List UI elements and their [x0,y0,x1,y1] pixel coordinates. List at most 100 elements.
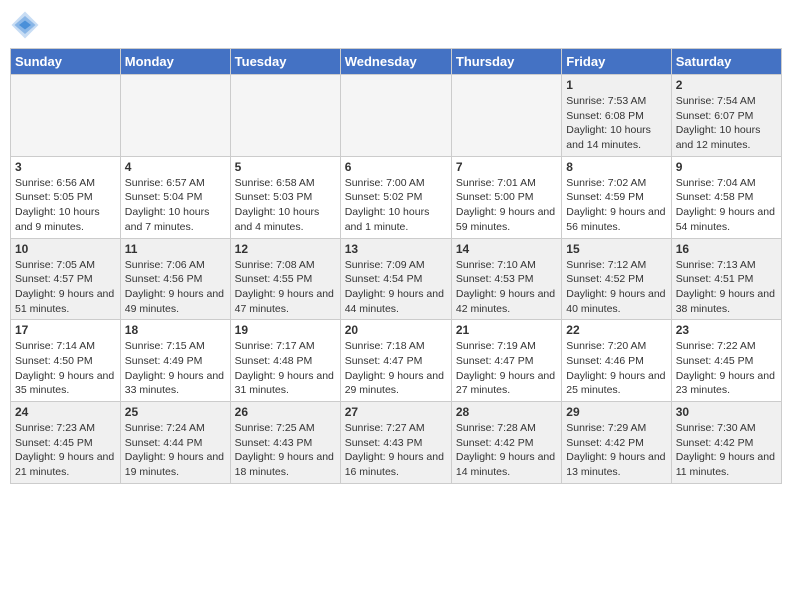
day-number: 7 [456,160,557,174]
calendar-cell: 4 Sunrise: 6:57 AM Sunset: 5:04 PM Daylig… [120,156,230,238]
day-number: 12 [235,242,336,256]
day-info: Sunrise: 7:29 AM Sunset: 4:42 PM Dayligh… [566,421,666,480]
day-number: 15 [566,242,666,256]
day-number: 26 [235,405,336,419]
day-header-monday: Monday [120,49,230,75]
day-number: 20 [345,323,447,337]
calendar-cell [11,75,121,157]
day-info: Sunrise: 7:28 AM Sunset: 4:42 PM Dayligh… [456,421,557,480]
calendar-cell: 26 Sunrise: 7:25 AM Sunset: 4:43 PM Dayli… [230,402,340,484]
day-header-thursday: Thursday [451,49,561,75]
calendar-table: SundayMondayTuesdayWednesdayThursdayFrid… [10,48,782,484]
week-row-5: 24Sunrise: 7:23 AM Sunset: 4:45 PM Dayli… [11,402,782,484]
calendar-cell: 14 Sunrise: 7:10 AM Sunset: 4:53 PM Dayli… [451,238,561,320]
day-number: 22 [566,323,666,337]
calendar-cell: 5 Sunrise: 6:58 AM Sunset: 5:03 PM Daylig… [230,156,340,238]
day-info: Sunrise: 7:09 AM Sunset: 4:54 PM Dayligh… [345,258,447,317]
day-info: Sunrise: 6:57 AM Sunset: 5:04 PM Dayligh… [125,176,226,235]
day-number: 13 [345,242,447,256]
calendar-cell: 25Sunrise: 7:24 AM Sunset: 4:44 PM Dayli… [120,402,230,484]
day-header-saturday: Saturday [671,49,781,75]
calendar-cell [340,75,451,157]
day-info: Sunrise: 7:05 AM Sunset: 4:57 PM Dayligh… [15,258,116,317]
calendar-cell: 23 Sunrise: 7:22 AM Sunset: 4:45 PM Dayli… [671,320,781,402]
day-number: 27 [345,405,447,419]
calendar-cell: 1 Sunrise: 7:53 AM Sunset: 6:08 PM Daylig… [562,75,671,157]
header-row: SundayMondayTuesdayWednesdayThursdayFrid… [11,49,782,75]
calendar-cell: 8Sunrise: 7:02 AM Sunset: 4:59 PM Daylig… [562,156,671,238]
day-info: Sunrise: 7:10 AM Sunset: 4:53 PM Dayligh… [456,258,557,317]
day-number: 28 [456,405,557,419]
day-info: Sunrise: 7:08 AM Sunset: 4:55 PM Dayligh… [235,258,336,317]
calendar-cell: 7 Sunrise: 7:01 AM Sunset: 5:00 PM Daylig… [451,156,561,238]
day-info: Sunrise: 7:14 AM Sunset: 4:50 PM Dayligh… [15,339,116,398]
calendar-cell [230,75,340,157]
calendar-cell: 27 Sunrise: 7:27 AM Sunset: 4:43 PM Dayli… [340,402,451,484]
day-number: 4 [125,160,226,174]
calendar-cell: 20 Sunrise: 7:18 AM Sunset: 4:47 PM Dayli… [340,320,451,402]
day-number: 17 [15,323,116,337]
day-number: 6 [345,160,447,174]
day-info: Sunrise: 7:00 AM Sunset: 5:02 PM Dayligh… [345,176,447,235]
day-info: Sunrise: 7:13 AM Sunset: 4:51 PM Dayligh… [676,258,777,317]
calendar-cell: 9 Sunrise: 7:04 AM Sunset: 4:58 PM Daylig… [671,156,781,238]
calendar-cell: 13 Sunrise: 7:09 AM Sunset: 4:54 PM Dayli… [340,238,451,320]
day-number: 10 [15,242,116,256]
day-info: Sunrise: 7:23 AM Sunset: 4:45 PM Dayligh… [15,421,116,480]
day-info: Sunrise: 7:01 AM Sunset: 5:00 PM Dayligh… [456,176,557,235]
calendar-cell [120,75,230,157]
day-header-friday: Friday [562,49,671,75]
calendar-cell: 19 Sunrise: 7:17 AM Sunset: 4:48 PM Dayli… [230,320,340,402]
calendar-cell: 17 Sunrise: 7:14 AM Sunset: 4:50 PM Dayli… [11,320,121,402]
day-info: Sunrise: 7:22 AM Sunset: 4:45 PM Dayligh… [676,339,777,398]
calendar-cell: 29 Sunrise: 7:29 AM Sunset: 4:42 PM Dayli… [562,402,671,484]
day-number: 16 [676,242,777,256]
day-number: 5 [235,160,336,174]
day-info: Sunrise: 7:17 AM Sunset: 4:48 PM Dayligh… [235,339,336,398]
day-info: Sunrise: 7:18 AM Sunset: 4:47 PM Dayligh… [345,339,447,398]
day-info: Sunrise: 7:54 AM Sunset: 6:07 PM Dayligh… [676,94,777,153]
calendar-cell: 22Sunrise: 7:20 AM Sunset: 4:46 PM Dayli… [562,320,671,402]
calendar-cell: 10 Sunrise: 7:05 AM Sunset: 4:57 PM Dayli… [11,238,121,320]
day-info: Sunrise: 6:58 AM Sunset: 5:03 PM Dayligh… [235,176,336,235]
day-info: Sunrise: 7:02 AM Sunset: 4:59 PM Dayligh… [566,176,666,235]
day-number: 1 [566,78,666,92]
day-number: 23 [676,323,777,337]
day-number: 18 [125,323,226,337]
calendar-cell: 30Sunrise: 7:30 AM Sunset: 4:42 PM Dayli… [671,402,781,484]
calendar-cell: 11 Sunrise: 7:06 AM Sunset: 4:56 PM Dayli… [120,238,230,320]
day-header-sunday: Sunday [11,49,121,75]
day-number: 29 [566,405,666,419]
calendar-cell: 18 Sunrise: 7:15 AM Sunset: 4:49 PM Dayli… [120,320,230,402]
day-number: 14 [456,242,557,256]
day-number: 30 [676,405,777,419]
day-number: 25 [125,405,226,419]
calendar-cell: 2 Sunrise: 7:54 AM Sunset: 6:07 PM Daylig… [671,75,781,157]
day-info: Sunrise: 7:06 AM Sunset: 4:56 PM Dayligh… [125,258,226,317]
calendar-cell: 28 Sunrise: 7:28 AM Sunset: 4:42 PM Dayli… [451,402,561,484]
calendar-cell: 21Sunrise: 7:19 AM Sunset: 4:47 PM Dayli… [451,320,561,402]
day-number: 9 [676,160,777,174]
calendar-cell: 15 Sunrise: 7:12 AM Sunset: 4:52 PM Dayli… [562,238,671,320]
day-info: Sunrise: 7:25 AM Sunset: 4:43 PM Dayligh… [235,421,336,480]
day-info: Sunrise: 7:53 AM Sunset: 6:08 PM Dayligh… [566,94,666,153]
day-number: 2 [676,78,777,92]
day-info: Sunrise: 7:19 AM Sunset: 4:47 PM Dayligh… [456,339,557,398]
day-info: Sunrise: 7:12 AM Sunset: 4:52 PM Dayligh… [566,258,666,317]
week-row-4: 17 Sunrise: 7:14 AM Sunset: 4:50 PM Dayli… [11,320,782,402]
day-header-wednesday: Wednesday [340,49,451,75]
day-info: Sunrise: 7:15 AM Sunset: 4:49 PM Dayligh… [125,339,226,398]
day-info: Sunrise: 7:27 AM Sunset: 4:43 PM Dayligh… [345,421,447,480]
day-number: 11 [125,242,226,256]
week-row-3: 10 Sunrise: 7:05 AM Sunset: 4:57 PM Dayli… [11,238,782,320]
week-row-2: 3Sunrise: 6:56 AM Sunset: 5:05 PM Daylig… [11,156,782,238]
day-header-tuesday: Tuesday [230,49,340,75]
calendar-cell: 6 Sunrise: 7:00 AM Sunset: 5:02 PM Daylig… [340,156,451,238]
day-info: Sunrise: 7:04 AM Sunset: 4:58 PM Dayligh… [676,176,777,235]
calendar-cell: 24Sunrise: 7:23 AM Sunset: 4:45 PM Dayli… [11,402,121,484]
day-number: 3 [15,160,116,174]
calendar-cell [451,75,561,157]
logo [10,10,44,40]
calendar-cell: 12 Sunrise: 7:08 AM Sunset: 4:55 PM Dayli… [230,238,340,320]
day-number: 19 [235,323,336,337]
